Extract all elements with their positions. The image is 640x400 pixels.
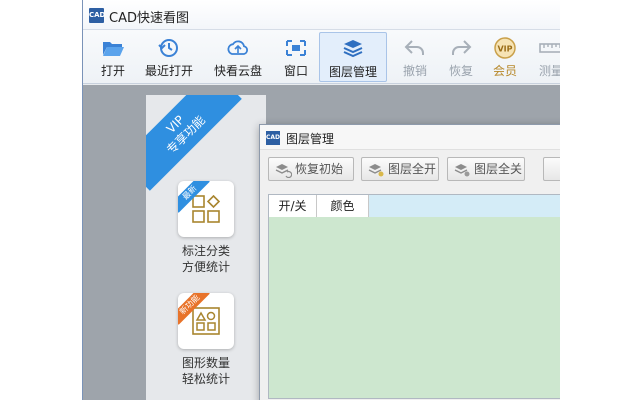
- category-grid-icon: [192, 195, 220, 223]
- feature-label-line2: 方便统计: [181, 260, 230, 274]
- layers-all-on-label: 图层全开: [388, 162, 437, 176]
- recent-open-label: 最近打开: [144, 64, 193, 78]
- layer-table: 开/关 颜色: [268, 194, 560, 399]
- feature-tile[interactable]: 新功能: [178, 293, 234, 349]
- redo-label: 恢复: [448, 64, 473, 78]
- ruler-icon: [539, 43, 560, 53]
- layers-all-off-label: 图层全关: [474, 162, 523, 176]
- column-on-off[interactable]: 开/关: [269, 195, 317, 217]
- table-header: 开/关 颜色: [269, 195, 560, 217]
- restore-default-label: 恢复初始: [295, 162, 344, 176]
- open-button[interactable]: 打开: [91, 32, 135, 82]
- redo-icon: [452, 40, 472, 55]
- feature-dimension-category[interactable]: 最新 标注分类 方便统计: [146, 181, 266, 275]
- layers-all-on-button[interactable]: 图层全开: [361, 157, 439, 181]
- feature-shape-count[interactable]: 新功能 图形数量 轻松统计: [146, 293, 266, 387]
- folder-open-icon: [103, 42, 124, 56]
- restore-layers-icon: [275, 164, 292, 178]
- measure-label: 测量: [538, 64, 560, 78]
- title-bar[interactable]: CAD CAD快速看图: [83, 0, 560, 30]
- undo-label: 撤销: [402, 64, 427, 78]
- layers-all-off-button[interactable]: 图层全关: [447, 157, 525, 181]
- more-tools-button[interactable]: [543, 157, 560, 181]
- recent-open-button[interactable]: 最近打开: [141, 32, 197, 82]
- redo-button[interactable]: 恢复: [441, 32, 481, 82]
- vip-badge-icon: VIP: [494, 37, 516, 59]
- cloud-icon: [227, 40, 248, 55]
- undo-icon: [404, 40, 424, 55]
- column-color[interactable]: 颜色: [317, 195, 369, 217]
- app-title: CAD快速看图: [109, 11, 189, 26]
- history-icon: [158, 39, 178, 57]
- vip-badge-text: VIP: [497, 45, 512, 54]
- shape-count-icon: [192, 307, 220, 335]
- feature-label-line1: 图形数量: [181, 356, 230, 370]
- layer-manage-label: 图层管理: [328, 65, 377, 79]
- feature-tile[interactable]: 最新: [178, 181, 234, 237]
- layers-on-icon: [368, 164, 384, 177]
- dialog-logo-icon: CAD: [266, 131, 280, 145]
- window-button[interactable]: 窗口: [275, 32, 317, 82]
- vip-member-label: 会员: [492, 64, 517, 78]
- layers-icon: [343, 40, 363, 58]
- vip-member-button[interactable]: VIP 会员: [485, 32, 525, 82]
- measure-button[interactable]: 测量: [531, 32, 560, 82]
- main-toolbar: 打开 最近打开 快看云盘 窗口 图层管理 撤销 恢复 VIP 会员 测: [83, 30, 560, 84]
- dialog-title: 图层管理: [286, 132, 335, 146]
- open-button-label: 打开: [100, 64, 125, 78]
- layers-off-icon: [454, 164, 470, 177]
- screen: CAD CAD快速看图 打开 最近打开 快看云盘 窗口 图层管理 撤销 恢复 V…: [0, 0, 640, 400]
- app-window: CAD CAD快速看图 打开 最近打开 快看云盘 窗口 图层管理 撤销 恢复 V…: [82, 0, 560, 400]
- vip-ribbon: VIP 专享功能: [146, 95, 242, 191]
- undo-button[interactable]: 撤销: [395, 32, 435, 82]
- layer-manage-button[interactable]: 图层管理: [319, 32, 387, 82]
- restore-default-button[interactable]: 恢复初始: [268, 157, 354, 181]
- drawing-canvas[interactable]: VIP 专享功能 最新 标注分类 方便统计 新功能 图形数量 轻松统计 CAD …: [83, 85, 560, 400]
- cloud-drive-label: 快看云盘: [213, 64, 262, 78]
- window-select-icon: [286, 40, 306, 56]
- app-logo-icon: CAD: [89, 8, 105, 23]
- dialog-toolbar: 恢复初始 图层全开 图层全关: [260, 151, 560, 187]
- feature-label-line1: 标注分类: [181, 244, 230, 258]
- feature-label-line2: 轻松统计: [181, 372, 230, 386]
- cloud-drive-button[interactable]: 快看云盘: [209, 32, 267, 82]
- dialog-title-bar[interactable]: CAD 图层管理: [260, 125, 560, 150]
- layer-manager-dialog: CAD 图层管理 恢复初始 图层全开 图层全关 开/关 颜色: [259, 124, 560, 400]
- vip-features-panel: VIP 专享功能 最新 标注分类 方便统计 新功能 图形数量 轻松统计: [146, 95, 266, 400]
- window-label: 窗口: [283, 64, 308, 78]
